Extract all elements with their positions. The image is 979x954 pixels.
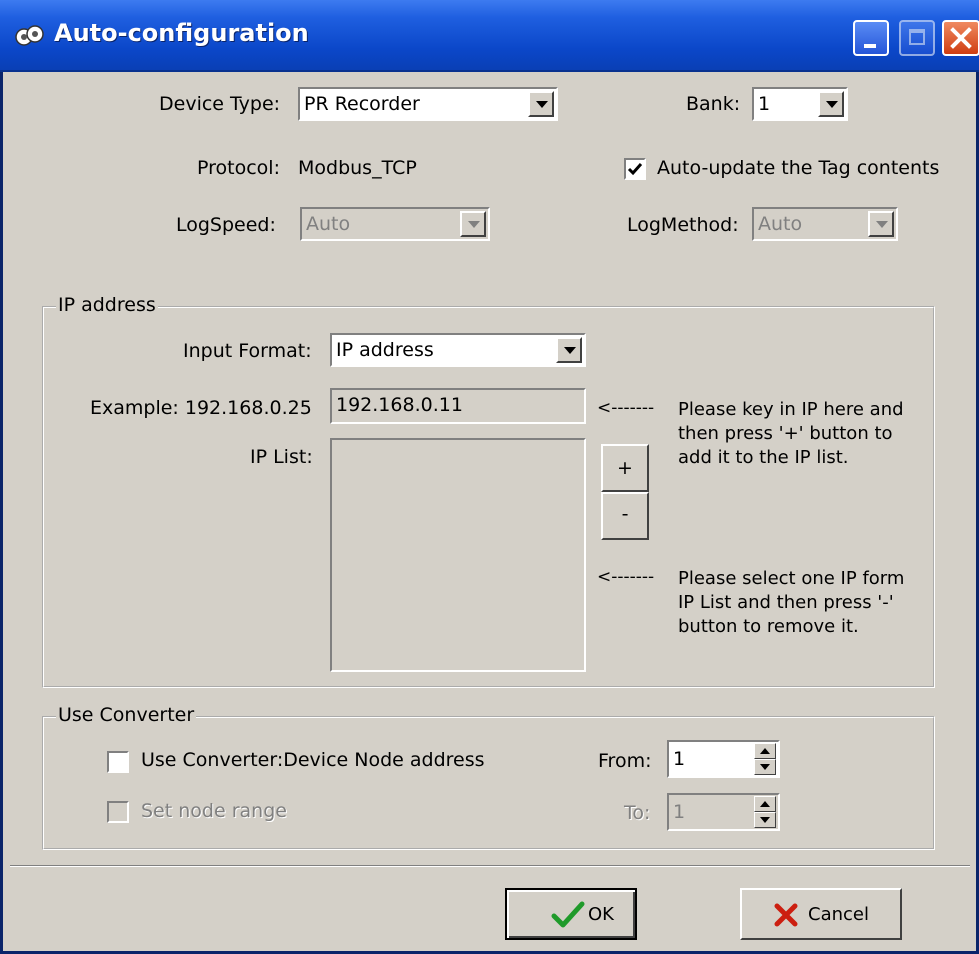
protocol-label: Protocol: xyxy=(197,157,280,179)
auto-configuration-dialog: Auto-configuration Device Type: PR Recor… xyxy=(0,0,979,954)
logspeed-value: Auto xyxy=(306,213,351,235)
close-button[interactable] xyxy=(942,20,979,56)
device-type-label: Device Type: xyxy=(159,93,281,115)
hint-arrow-2: <------- xyxy=(597,567,655,587)
use-converter-checkbox[interactable] xyxy=(107,751,129,773)
to-value: 1 xyxy=(673,801,686,823)
ip-list-box[interactable] xyxy=(330,438,586,672)
spinner-down-icon[interactable] xyxy=(754,812,776,828)
device-type-select[interactable]: PR Recorder xyxy=(298,87,558,121)
auto-update-checkbox[interactable] xyxy=(624,158,646,180)
minimize-button[interactable] xyxy=(853,20,889,56)
spinner-down-icon[interactable] xyxy=(754,759,776,775)
chevron-down-icon[interactable] xyxy=(868,211,894,237)
from-spinner-arrows[interactable] xyxy=(754,743,776,775)
add-ip-button[interactable]: + xyxy=(601,444,649,492)
set-node-range-checkbox[interactable] xyxy=(107,801,129,823)
spinner-up-icon[interactable] xyxy=(754,743,776,759)
logmethod-label: LogMethod: xyxy=(627,214,739,236)
to-spinner-arrows[interactable] xyxy=(754,796,776,828)
protocol-value: Modbus_TCP xyxy=(298,157,417,179)
title-bar[interactable]: Auto-configuration xyxy=(0,0,979,72)
ok-button-label: OK xyxy=(588,904,614,925)
cancel-x-icon xyxy=(774,903,798,927)
add-ip-button-label: + xyxy=(617,457,633,479)
from-value: 1 xyxy=(673,748,686,770)
from-label: From: xyxy=(598,750,652,772)
ip-key-in-hint: Please key in IP here and then press '+'… xyxy=(678,399,904,468)
app-icon xyxy=(15,25,44,46)
device-type-value: PR Recorder xyxy=(304,93,420,115)
cancel-button-label: Cancel xyxy=(808,904,869,925)
from-spinner[interactable]: 1 xyxy=(667,740,780,778)
to-spinner[interactable]: 1 xyxy=(667,793,780,831)
ok-button[interactable]: OK xyxy=(505,888,637,940)
maximize-icon xyxy=(909,29,925,45)
window-title: Auto-configuration xyxy=(54,19,309,47)
logmethod-value: Auto xyxy=(758,213,803,235)
chevron-down-icon[interactable] xyxy=(460,211,486,237)
input-format-select[interactable]: IP address xyxy=(330,333,586,367)
bank-label: Bank: xyxy=(686,93,741,115)
use-converter-label[interactable]: Use Converter:Device Node address xyxy=(141,749,485,771)
logmethod-select[interactable]: Auto xyxy=(752,207,898,241)
maximize-button[interactable] xyxy=(899,20,935,56)
input-format-value: IP address xyxy=(336,339,434,361)
close-icon xyxy=(950,27,972,49)
ip-list-label: IP List: xyxy=(250,446,313,468)
remove-ip-button[interactable]: - xyxy=(601,492,649,540)
checkmark-icon xyxy=(627,163,643,176)
bank-value: 1 xyxy=(758,93,771,115)
cancel-button[interactable]: Cancel xyxy=(740,888,902,940)
example-label: Example: 192.168.0.25 xyxy=(90,397,312,419)
ip-remove-hint: Please select one IP form IP List and th… xyxy=(678,568,905,637)
spinner-up-icon[interactable] xyxy=(754,796,776,812)
chevron-down-icon[interactable] xyxy=(818,91,844,117)
input-format-label: Input Format: xyxy=(183,340,312,362)
hint-arrow-1: <------- xyxy=(597,398,655,418)
chevron-down-icon[interactable] xyxy=(528,91,554,117)
bank-select[interactable]: 1 xyxy=(752,87,848,121)
set-node-range-label[interactable]: Set node range xyxy=(141,800,287,822)
logspeed-select[interactable]: Auto xyxy=(300,207,490,241)
auto-update-label[interactable]: Auto-update the Tag contents xyxy=(657,157,939,179)
to-label: To: xyxy=(624,802,651,824)
ip-input-value: 192.168.0.11 xyxy=(336,394,463,416)
footer-separator xyxy=(10,865,970,867)
ip-input[interactable]: 192.168.0.11 xyxy=(330,388,586,424)
ip-address-group-title: IP address xyxy=(56,294,158,316)
logspeed-label: LogSpeed: xyxy=(176,214,276,236)
chevron-down-icon[interactable] xyxy=(556,337,582,363)
use-converter-group: Use Converter xyxy=(42,704,935,850)
remove-ip-button-label: - xyxy=(621,503,629,525)
checkmark-icon xyxy=(551,901,585,928)
minimize-icon xyxy=(864,44,876,48)
use-converter-group-title: Use Converter xyxy=(56,704,197,726)
